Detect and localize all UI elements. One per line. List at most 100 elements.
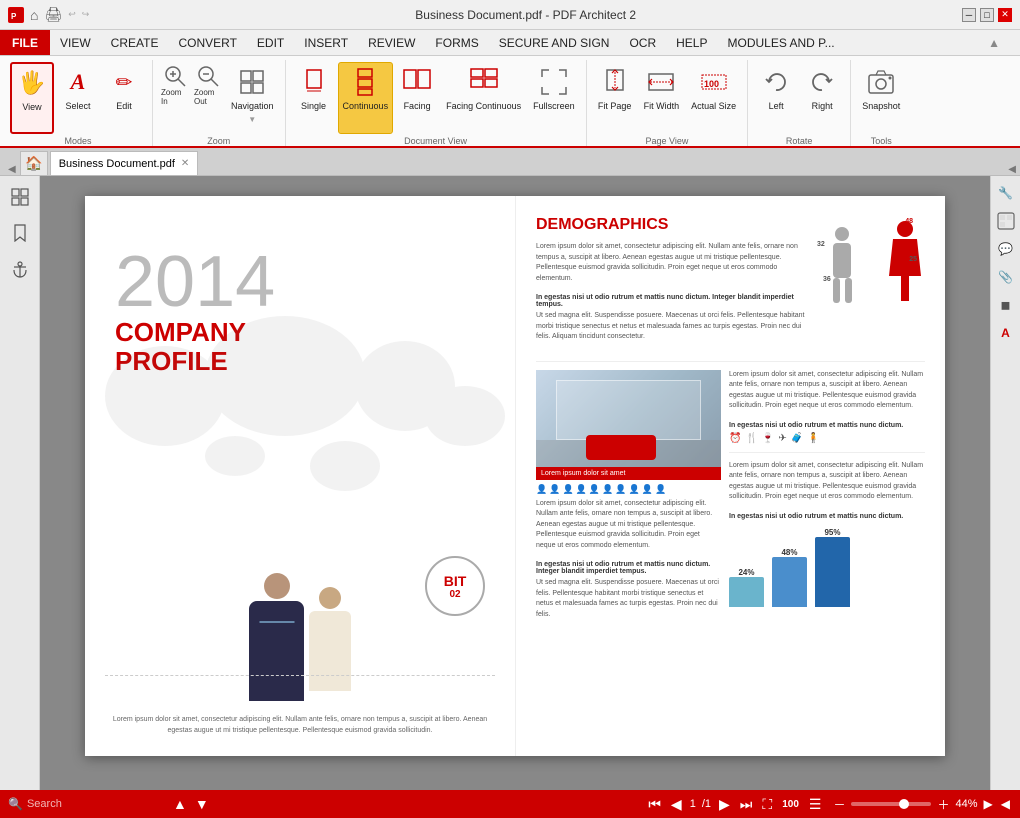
actual-size-button[interactable]: 100 Actual Size bbox=[686, 62, 741, 134]
single-button[interactable]: Single bbox=[292, 62, 336, 134]
current-page: 1 bbox=[690, 798, 696, 810]
convert-menu[interactable]: CONVERT bbox=[168, 30, 246, 55]
fit-screen-icon[interactable]: ⛶ bbox=[760, 796, 774, 813]
rsb-tools-icon[interactable]: 🔧 bbox=[995, 182, 1017, 204]
stat-36: 36 bbox=[823, 276, 831, 283]
rsb-badge-icon[interactable]: A bbox=[995, 322, 1017, 344]
pageview-label: Page View bbox=[645, 134, 688, 150]
facing-button[interactable]: Facing bbox=[395, 62, 439, 134]
panel-collapse-icon[interactable]: ◀ bbox=[1008, 164, 1016, 175]
home-nav-icon[interactable]: ⌂ bbox=[30, 7, 38, 23]
tools-label: Tools bbox=[871, 134, 892, 150]
search-up-icon[interactable]: ▲ bbox=[171, 796, 189, 812]
select-button[interactable]: A Select bbox=[56, 62, 100, 134]
collapse-ribbon-icon[interactable]: ▲ bbox=[988, 36, 1000, 50]
percent-bars: 24% 48% 95% bbox=[729, 528, 925, 607]
view-icon: 🖐 bbox=[16, 67, 48, 99]
right-col-text1: Lorem ipsum dolor sit amet, consectetur … bbox=[729, 370, 925, 412]
zoom-slider-thumb[interactable] bbox=[899, 799, 909, 809]
fit-width-button[interactable]: Fit Width bbox=[639, 62, 685, 134]
actual-size-status-icon[interactable]: 100 bbox=[780, 799, 801, 810]
rsb-layers-icon[interactable]: ◼ bbox=[995, 294, 1017, 316]
review-menu[interactable]: REVIEW bbox=[358, 30, 425, 55]
doc-area[interactable]: 2014 COMPANY PROFILE BIT 02 bbox=[40, 176, 990, 790]
pct-bar-2 bbox=[772, 557, 807, 607]
search-down-icon[interactable]: ▼ bbox=[193, 796, 211, 812]
tab-nav-left-icon[interactable]: ◀ bbox=[8, 164, 16, 175]
forms-menu[interactable]: FORMS bbox=[425, 30, 488, 55]
snapshot-label: Snapshot bbox=[862, 101, 900, 112]
close-button[interactable]: ✕ bbox=[998, 8, 1012, 22]
view-mode-icon[interactable]: ☰ bbox=[807, 796, 824, 813]
zoom-out-status-icon[interactable]: － bbox=[831, 796, 847, 813]
modes-group-items: 🖐 View A Select ✏ Edit bbox=[10, 60, 146, 134]
insert-menu[interactable]: INSERT bbox=[294, 30, 358, 55]
rsb-view-icon[interactable] bbox=[995, 210, 1017, 232]
sidebar-anchor-icon[interactable] bbox=[5, 254, 35, 284]
right-col-bold1: In egestas nisi ut odio rutrum et mattis… bbox=[729, 422, 925, 429]
select-label: Select bbox=[65, 101, 90, 112]
rotate-left-button[interactable]: Left bbox=[754, 62, 798, 134]
stat-25: 25 bbox=[909, 256, 917, 263]
bottom-left-text: Lorem ipsum dolor sit amet, consectetur … bbox=[536, 499, 721, 552]
view-menu[interactable]: VIEW bbox=[50, 30, 101, 55]
sidebar-bookmark-icon[interactable] bbox=[5, 218, 35, 248]
zoom-slider[interactable] bbox=[851, 802, 931, 806]
navigation-label: Navigation bbox=[231, 101, 274, 112]
fullscreen-label: Fullscreen bbox=[533, 101, 575, 112]
ocr-menu[interactable]: OCR bbox=[619, 30, 666, 55]
file-menu[interactable]: FILE bbox=[0, 30, 50, 55]
facing-continuous-button[interactable]: Facing Continuous bbox=[441, 62, 526, 134]
pageview-group-items: Fit Page Fit Width 100 Actual Size bbox=[593, 60, 742, 134]
zoom-percent: 44% bbox=[956, 798, 978, 810]
maximize-button[interactable]: □ bbox=[980, 8, 994, 22]
rsb-comment-icon[interactable]: 💬 bbox=[995, 238, 1017, 260]
undo-icon[interactable]: ↩ bbox=[68, 9, 76, 20]
help-menu[interactable]: HELP bbox=[666, 30, 717, 55]
zoom-in-button[interactable]: Zoom In bbox=[159, 62, 191, 108]
window-title: Business Document.pdf - PDF Architect 2 bbox=[415, 8, 636, 22]
tab-title: Business Document.pdf bbox=[59, 158, 175, 170]
next-page-icon[interactable]: ▶ bbox=[717, 796, 732, 813]
navigation-arrow: ▼ bbox=[248, 115, 256, 124]
fit-page-button[interactable]: Fit Page bbox=[593, 62, 637, 134]
create-menu[interactable]: CREATE bbox=[101, 30, 169, 55]
first-page-icon[interactable]: ⏮ bbox=[646, 796, 663, 813]
fullscreen-button[interactable]: Fullscreen bbox=[528, 62, 580, 134]
redo-icon[interactable]: ↪ bbox=[82, 9, 90, 20]
view-button[interactable]: 🖐 View bbox=[10, 62, 54, 134]
zoom-group-items: Zoom In Zoom Out Navigatio bbox=[159, 60, 279, 134]
red-sofa bbox=[586, 435, 656, 460]
search-input[interactable] bbox=[27, 798, 167, 810]
person1 bbox=[249, 573, 304, 701]
rotate-right-button[interactable]: Right bbox=[800, 62, 844, 134]
minimize-button[interactable]: ─ bbox=[962, 8, 976, 22]
person-icon-1: 👤 bbox=[536, 484, 547, 495]
edit-button[interactable]: ✏ Edit bbox=[102, 62, 146, 134]
prev-page-icon[interactable]: ◀ bbox=[669, 796, 684, 813]
navigation-button[interactable]: Navigation ▼ bbox=[226, 62, 279, 134]
modules-menu[interactable]: MODULES AND P... bbox=[717, 30, 844, 55]
document-tab[interactable]: Business Document.pdf ✕ bbox=[50, 151, 199, 175]
edit-menu[interactable]: EDIT bbox=[247, 30, 294, 55]
home-tab-icon[interactable]: 🏠 bbox=[20, 151, 48, 175]
rsb-paperclip-icon[interactable]: 📎 bbox=[995, 266, 1017, 288]
facing-continuous-label: Facing Continuous bbox=[446, 101, 521, 112]
zoom-less-icon[interactable]: ◀ bbox=[999, 797, 1012, 811]
pct-label-3: 95% bbox=[824, 528, 840, 537]
zoom-more-icon[interactable]: ▶ bbox=[982, 797, 995, 811]
zoom-in-status-icon[interactable]: ＋ bbox=[935, 796, 951, 813]
person-icon-10: 👤 bbox=[655, 484, 666, 495]
secure-sign-menu[interactable]: SECURE AND SIGN bbox=[489, 30, 620, 55]
snapshot-button[interactable]: Snapshot bbox=[857, 62, 905, 134]
pct-item-3: 95% bbox=[815, 528, 850, 607]
sidebar-thumbnail-icon[interactable] bbox=[5, 182, 35, 212]
last-page-icon[interactable]: ⏭ bbox=[738, 796, 755, 813]
people-icons: 👤 👤 👤 👤 👤 👤 👤 👤 👤 👤 bbox=[536, 484, 721, 495]
print-icon[interactable]: 🖨 bbox=[44, 6, 62, 23]
continuous-button[interactable]: Continuous bbox=[338, 62, 394, 134]
zoom-out-button[interactable]: Zoom Out bbox=[192, 62, 224, 108]
fit-width-icon bbox=[645, 66, 677, 98]
left-footer-text: Lorem ipsum dolor sit amet, consectetur … bbox=[105, 715, 495, 736]
tab-close-icon[interactable]: ✕ bbox=[181, 158, 189, 169]
